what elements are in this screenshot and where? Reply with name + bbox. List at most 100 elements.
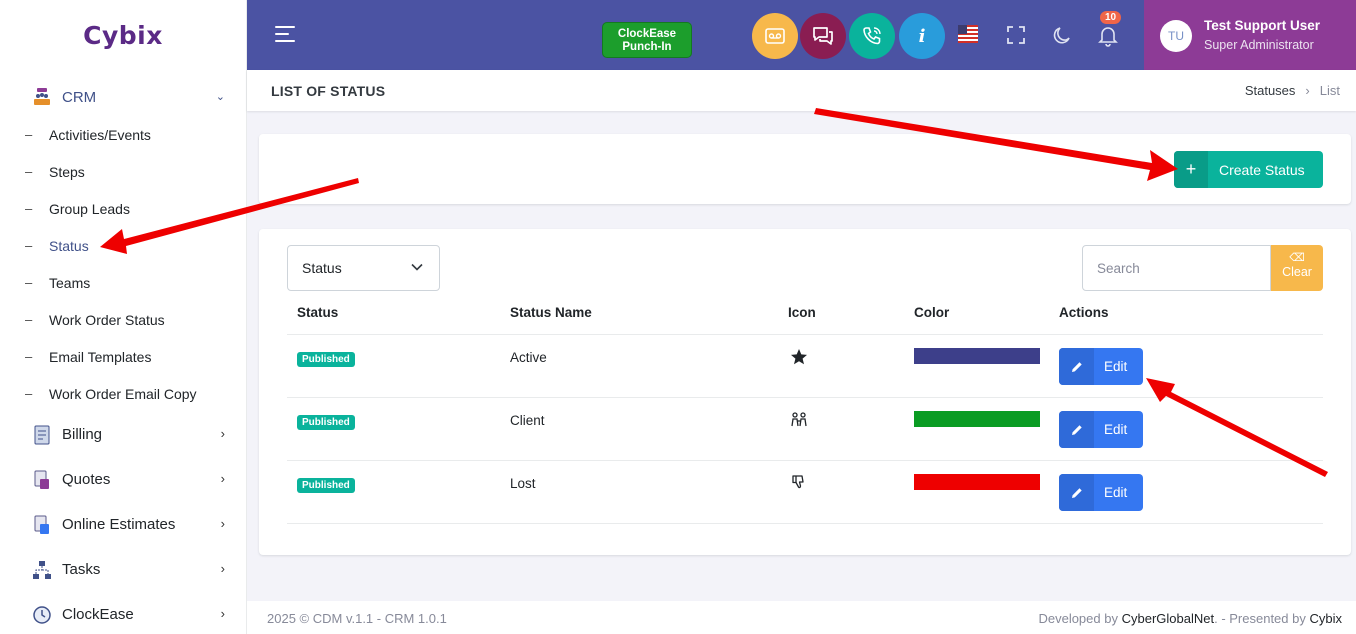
- sidebar-subitem-label: Work Order Email Copy: [49, 385, 197, 402]
- footer-developer-link[interactable]: CyberGlobalNet: [1122, 611, 1215, 626]
- sidebar-subitem-work-order-status[interactable]: – Work Order Status: [0, 301, 246, 338]
- clockease-punch-in-button[interactable]: ClockEase Punch-In: [602, 22, 692, 58]
- fullscreen-icon[interactable]: [1006, 25, 1026, 45]
- status-badge: Published: [297, 415, 355, 430]
- actions-cell: Edit: [1059, 411, 1143, 448]
- sidebar-subitem-label: Activities/Events: [49, 126, 151, 143]
- sidebar-subitem-teams[interactable]: – Teams: [0, 264, 246, 301]
- sidebar-item-billing[interactable]: Billing ›: [0, 412, 246, 457]
- thumbs-down-icon: [790, 474, 808, 495]
- table-header: Status Status Name Icon Color Actions: [287, 291, 1323, 335]
- status-filter-select[interactable]: Status: [287, 245, 440, 291]
- column-header-icon[interactable]: Icon: [788, 305, 816, 320]
- page-title: LIST OF STATUS: [271, 83, 386, 99]
- notification-bell-icon[interactable]: [1098, 25, 1118, 47]
- column-header-status[interactable]: Status: [297, 305, 338, 320]
- sidebar-item-crm[interactable]: CRM ⌄: [0, 78, 246, 116]
- status-table: Status Status Name Icon Color Actions Pu…: [287, 291, 1323, 524]
- clear-label: Clear: [1282, 265, 1312, 279]
- sidebar-item-online-estimates[interactable]: Online Estimates ›: [0, 502, 246, 547]
- status-badge: Published: [297, 352, 355, 367]
- sidebar-subitem-steps[interactable]: – Steps: [0, 153, 246, 190]
- sidebar-subitem-status[interactable]: – Status: [0, 227, 246, 264]
- edit-button[interactable]: Edit: [1059, 474, 1143, 511]
- phone-button[interactable]: [849, 13, 895, 59]
- chevron-right-icon: ›: [220, 561, 225, 576]
- actions-cell: Edit: [1059, 474, 1143, 511]
- chat-icon: [813, 27, 833, 45]
- table-row: Published Lost Edit: [287, 461, 1323, 524]
- pencil-icon: [1059, 411, 1094, 448]
- sidebar-item-label: CRM: [62, 88, 97, 106]
- voicemail-button[interactable]: [752, 13, 798, 59]
- dash-icon: –: [25, 238, 33, 253]
- pencil-icon: [1059, 474, 1094, 511]
- user-menu[interactable]: TU Test Support User Super Administrator: [1144, 0, 1356, 70]
- dash-icon: –: [25, 312, 33, 327]
- dash-icon: –: [25, 349, 33, 364]
- edit-button[interactable]: Edit: [1059, 411, 1143, 448]
- breadcrumb-statuses[interactable]: Statuses: [1245, 83, 1296, 98]
- status-cell: Published: [297, 413, 355, 430]
- status-name-cell: Lost: [510, 476, 536, 491]
- us-flag-icon[interactable]: [958, 25, 978, 43]
- footer-presented-prefix: . - Presented by: [1214, 611, 1310, 626]
- sidebar-subitem-group-leads[interactable]: – Group Leads: [0, 190, 246, 227]
- sidebar-subitem-label: Teams: [49, 274, 91, 291]
- edit-label: Edit: [1104, 485, 1128, 500]
- dash-icon: –: [25, 386, 33, 401]
- create-status-button[interactable]: + Create Status: [1174, 151, 1323, 188]
- dash-icon: –: [25, 164, 33, 179]
- footer: 2025 © CDM v.1.1 - CRM 1.0.1 Developed b…: [247, 601, 1356, 634]
- info-icon: i: [918, 25, 926, 47]
- chevron-down-icon: ⌄: [215, 91, 225, 103]
- footer-developed-prefix: Developed by: [1038, 611, 1122, 626]
- sidebar-subitem-label: Steps: [49, 163, 85, 180]
- chevron-right-icon: ›: [220, 606, 225, 621]
- footer-version: 2025 © CDM v.1.1 - CRM 1.0.1: [267, 611, 447, 626]
- color-swatch: [914, 474, 1040, 490]
- hamburger-menu-icon[interactable]: [275, 26, 295, 42]
- actions-card: + Create Status: [259, 134, 1351, 204]
- sidebar-menu: CRM ⌄ – Activities/Events – Steps – Group L…: [0, 78, 246, 634]
- status-badge: Published: [297, 478, 355, 493]
- edit-button[interactable]: Edit: [1059, 348, 1143, 385]
- column-header-actions: Actions: [1059, 305, 1109, 320]
- crm-icon: [30, 86, 54, 108]
- column-header-status-name[interactable]: Status Name: [510, 305, 592, 320]
- people-icon: [790, 411, 808, 432]
- billing-icon: [30, 424, 54, 446]
- status-filter-value: Status: [302, 260, 342, 276]
- status-name-cell: Client: [510, 413, 545, 428]
- footer-presenter-link[interactable]: Cybix: [1309, 611, 1342, 626]
- sidebar-subitem-label: Email Templates: [49, 348, 152, 365]
- info-button[interactable]: i: [899, 13, 945, 59]
- brand-logo[interactable]: Cybix: [0, 0, 246, 70]
- sidebar-item-tasks[interactable]: Tasks ›: [0, 547, 246, 592]
- sidebar-subitem-work-order-email-copy[interactable]: – Work Order Email Copy: [0, 375, 246, 412]
- user-name: Test Support User: [1204, 18, 1321, 33]
- punch-in-label-line2: Punch-In: [622, 41, 672, 53]
- color-swatch: [914, 411, 1040, 427]
- chat-button[interactable]: [800, 13, 846, 59]
- sidebar-item-clockease[interactable]: ClockEase ›: [0, 592, 246, 634]
- pencil-icon: [1059, 348, 1094, 385]
- sidebar-subitem-label: Status: [49, 237, 89, 254]
- edit-label: Edit: [1104, 422, 1128, 437]
- sidebar-item-label: Online Estimates: [62, 516, 176, 533]
- sidebar-subitem-email-templates[interactable]: – Email Templates: [0, 338, 246, 375]
- tasks-icon: [30, 559, 54, 581]
- sidebar-subitem-label: Work Order Status: [49, 311, 165, 328]
- eraser-icon: ⌫: [1289, 252, 1305, 264]
- sidebar-subitem-activities[interactable]: – Activities/Events: [0, 116, 246, 153]
- clear-button[interactable]: ⌫ Clear: [1271, 245, 1323, 291]
- dash-icon: –: [25, 275, 33, 290]
- sidebar-item-quotes[interactable]: Quotes ›: [0, 457, 246, 502]
- voicemail-icon: [765, 28, 785, 44]
- dark-mode-moon-icon[interactable]: [1052, 25, 1072, 45]
- chevron-down-icon: [411, 263, 423, 271]
- chevron-right-icon: ›: [220, 471, 225, 486]
- column-header-color[interactable]: Color: [914, 305, 949, 320]
- sidebar-item-label: ClockEase: [62, 606, 134, 623]
- search-input[interactable]: [1082, 245, 1271, 291]
